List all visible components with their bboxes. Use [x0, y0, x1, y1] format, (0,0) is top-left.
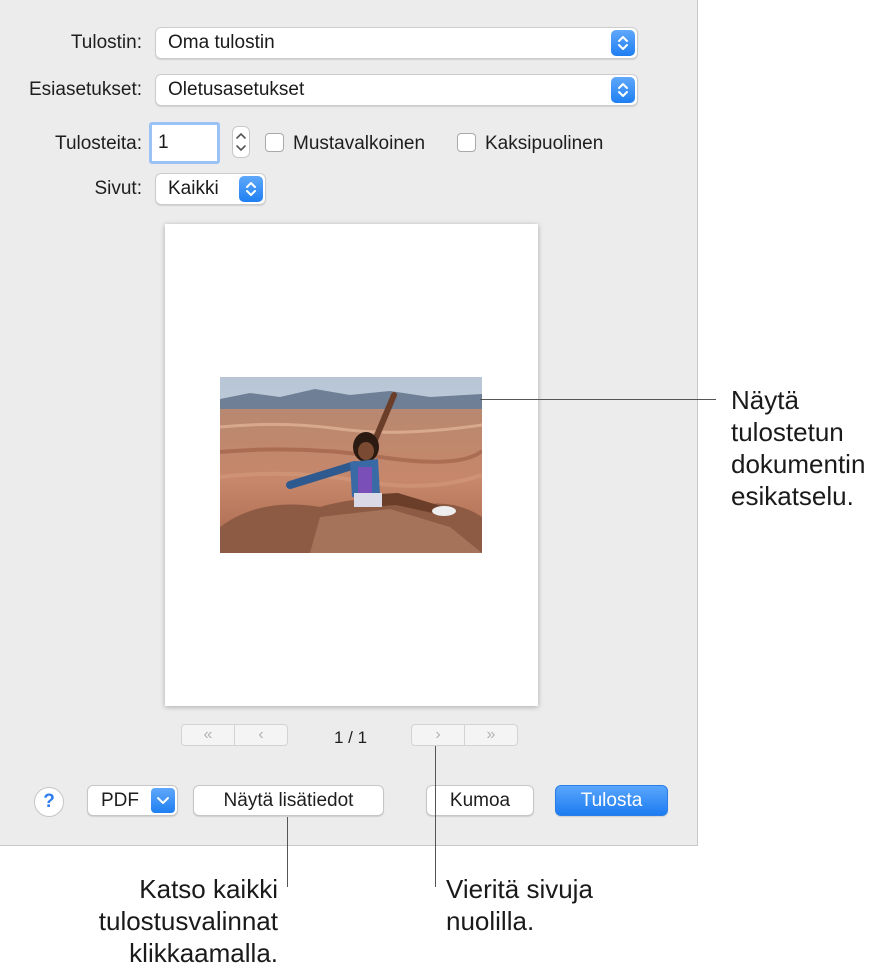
callout-preview-line: tulostetun: [731, 417, 844, 447]
callout-arrows-line: Vieritä sivuja: [446, 874, 593, 904]
nav-back-group: « ‹: [181, 724, 288, 746]
callout-line-arrows: [435, 746, 436, 887]
double-chevron-left-icon[interactable]: «: [182, 725, 235, 745]
presets-popup[interactable]: Oletusasetukset: [155, 74, 638, 106]
copies-stepper[interactable]: [232, 126, 250, 158]
presets-value: Oletusasetukset: [168, 79, 305, 100]
copies-input[interactable]: 1: [149, 122, 220, 164]
chevron-left-icon[interactable]: ‹: [235, 725, 287, 745]
callout-preview: Näytä tulostetun dokumentin esikatselu.: [731, 384, 865, 512]
page-indicator: 1 / 1: [334, 728, 368, 747]
double-chevron-right-icon[interactable]: »: [465, 725, 517, 745]
copies-label: Tulosteita:: [55, 133, 142, 154]
callout-details-line: Katso kaikki: [139, 874, 278, 904]
callout-arrows: Vieritä sivuja nuolilla.: [446, 873, 593, 937]
popup-arrows-icon: [611, 30, 635, 56]
pdf-button[interactable]: PDF: [87, 785, 178, 816]
bw-checkbox[interactable]: [265, 133, 284, 152]
chevron-down-icon: [151, 788, 175, 813]
stepper-arrows-icon: [236, 133, 246, 151]
cancel-button[interactable]: Kumoa: [426, 785, 534, 816]
printer-label: Tulostin:: [70, 32, 142, 53]
callout-preview-line: Näytä: [731, 385, 799, 415]
callout-details-line: tulostusvalinnat: [98, 906, 278, 936]
show-details-button[interactable]: Näytä lisätiedot: [193, 785, 384, 816]
print-button[interactable]: Tulosta: [555, 785, 668, 816]
print-dialog: Tulostin: Oma tulostin Esiasetukset: Ole…: [0, 0, 698, 846]
duplex-label: Kaksipuolinen: [485, 133, 604, 154]
chevron-right-icon[interactable]: ›: [412, 725, 465, 745]
help-button[interactable]: ?: [34, 787, 64, 817]
callout-arrows-line: nuolilla.: [446, 906, 535, 936]
bw-label: Mustavalkoinen: [293, 133, 426, 154]
presets-label: Esiasetukset:: [29, 79, 142, 100]
copies-value: 1: [158, 132, 169, 153]
popup-arrows-icon: [239, 176, 263, 202]
callout-details: Katso kaikki tulostusvalinnat klikkaamal…: [40, 873, 278, 969]
duplex-checkbox[interactable]: [457, 133, 476, 152]
pages-popup[interactable]: Kaikki: [155, 173, 266, 205]
pages-value: Kaikki: [168, 178, 219, 199]
printer-value: Oma tulostin: [168, 32, 275, 53]
printer-popup[interactable]: Oma tulostin: [155, 27, 638, 59]
callout-details-line: klikkaamalla.: [129, 938, 278, 968]
popup-arrows-icon: [611, 77, 635, 103]
nav-forward-group: › »: [411, 724, 518, 746]
callout-line-details: [287, 817, 288, 887]
callout-preview-line: dokumentin: [731, 449, 866, 479]
callout-line-preview: [480, 399, 716, 400]
pages-label: Sivut:: [94, 178, 142, 199]
preview-photo: [220, 377, 482, 553]
callout-preview-line: esikatselu.: [731, 481, 854, 511]
pdf-label: PDF: [101, 790, 139, 811]
